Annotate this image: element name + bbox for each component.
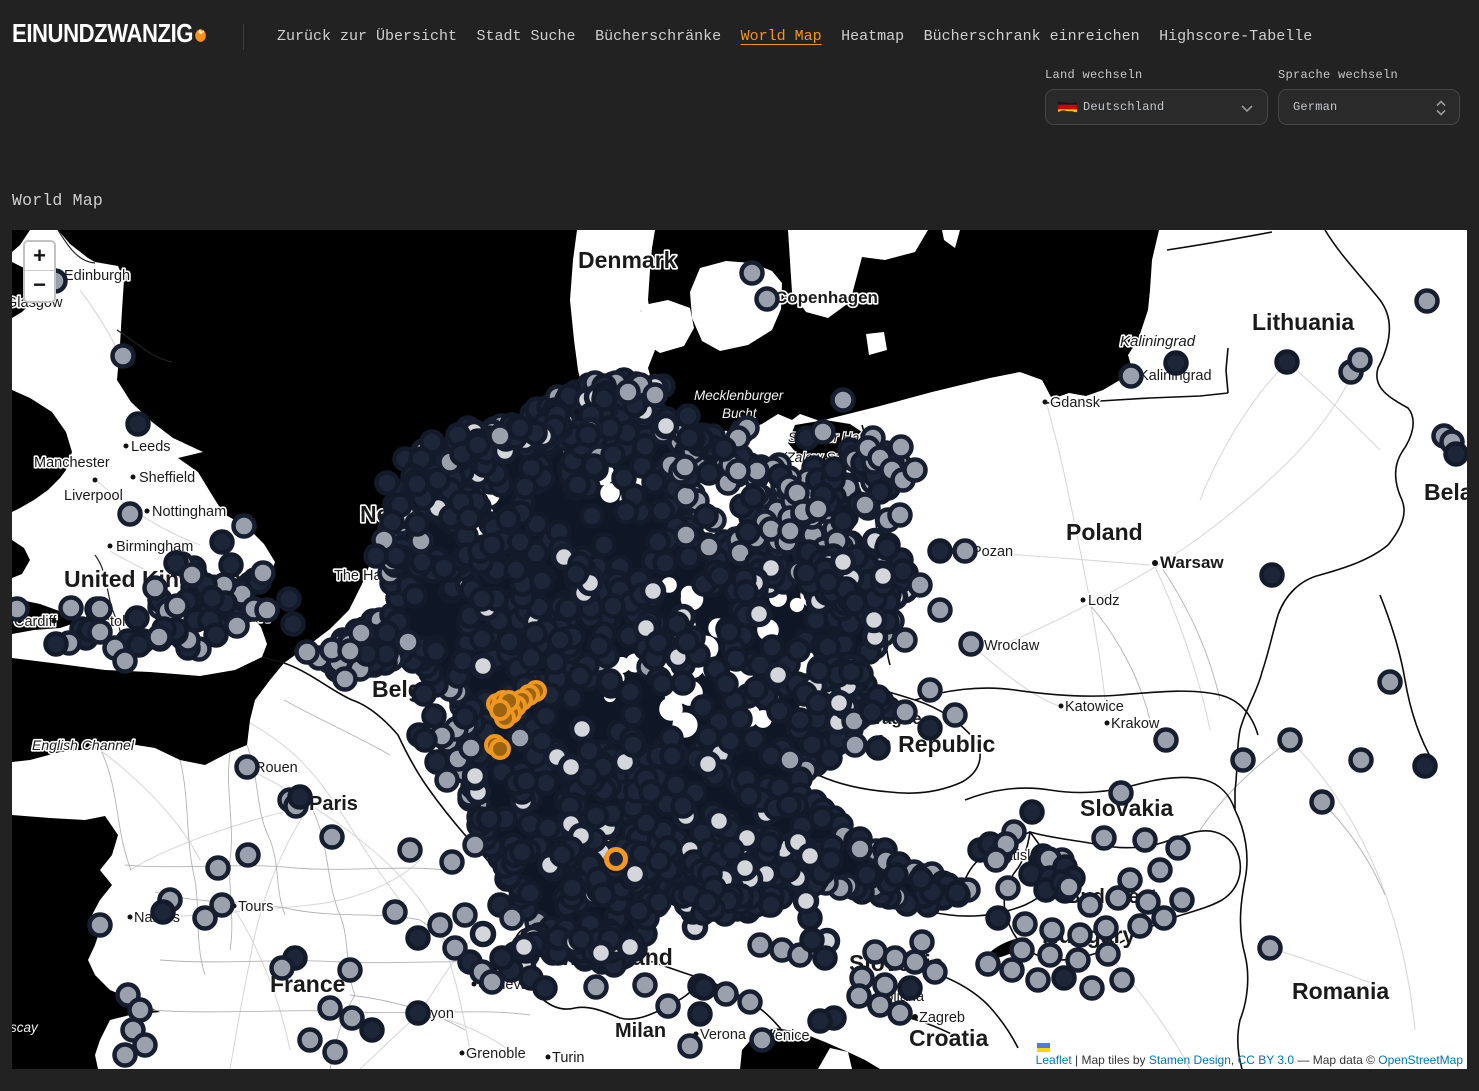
svg-text:Lodz: Lodz bbox=[1088, 593, 1119, 609]
svg-text:Mecklenburger: Mecklenburger bbox=[694, 388, 784, 403]
svg-text:Poland: Poland bbox=[1066, 519, 1143, 545]
svg-text:Milan: Milan bbox=[615, 1020, 666, 1042]
svg-text:Denmark: Denmark bbox=[578, 247, 677, 273]
svg-text:Grenoble: Grenoble bbox=[466, 1046, 526, 1062]
svg-text:Wroclaw: Wroclaw bbox=[984, 638, 1040, 654]
svg-text:Liverpool: Liverpool bbox=[64, 488, 123, 504]
svg-text:Romania: Romania bbox=[1292, 978, 1389, 1004]
svg-text:English Channel: English Channel bbox=[32, 737, 135, 753]
svg-text:Warsaw: Warsaw bbox=[1160, 553, 1224, 572]
svg-text:Rouen: Rouen bbox=[255, 760, 298, 776]
svg-text:Manchester: Manchester bbox=[34, 455, 110, 471]
svg-text:Leeds: Leeds bbox=[131, 439, 171, 455]
svg-text:scay: scay bbox=[12, 1020, 39, 1035]
svg-text:Verona: Verona bbox=[700, 1027, 747, 1043]
svg-text:Gdansk: Gdansk bbox=[1050, 395, 1101, 411]
svg-text:Pozan: Pozan bbox=[972, 544, 1013, 560]
svg-text:Belarus: Belarus bbox=[1424, 479, 1467, 505]
svg-text:Paris: Paris bbox=[309, 793, 358, 815]
svg-text:Edinburgh: Edinburgh bbox=[64, 268, 130, 284]
svg-text:Turin: Turin bbox=[552, 1050, 585, 1066]
svg-text:Croatia: Croatia bbox=[909, 1025, 988, 1051]
svg-text:Nottingham: Nottingham bbox=[152, 504, 226, 520]
svg-text:Krakow: Krakow bbox=[1111, 716, 1160, 732]
svg-text:Lithuania: Lithuania bbox=[1252, 309, 1354, 335]
svg-text:Zagreb: Zagreb bbox=[919, 1010, 965, 1026]
svg-text:Katowice: Katowice bbox=[1065, 699, 1124, 715]
svg-text:Sheffield: Sheffield bbox=[139, 470, 195, 486]
svg-text:Copenhagen: Copenhagen bbox=[775, 288, 878, 307]
svg-text:Tours: Tours bbox=[238, 899, 273, 915]
svg-text:Kaliningrad: Kaliningrad bbox=[1120, 333, 1196, 350]
